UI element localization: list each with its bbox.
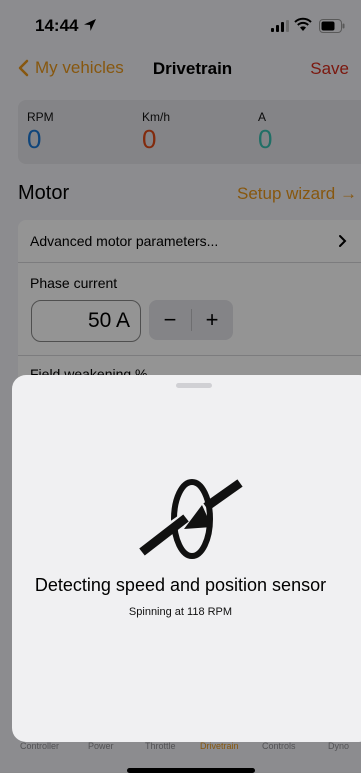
sheet-title: Detecting speed and position sensor bbox=[34, 575, 327, 595]
sheet-grabber-handle[interactable] bbox=[176, 383, 212, 388]
sheet-subtitle: Spinning at 118 RPM bbox=[128, 606, 233, 618]
speed-sensor-rotation-icon bbox=[139, 479, 243, 559]
sensor-detection-sheet: Detecting speed and position sensor Spin… bbox=[12, 375, 361, 742]
home-indicator[interactable] bbox=[127, 768, 255, 773]
